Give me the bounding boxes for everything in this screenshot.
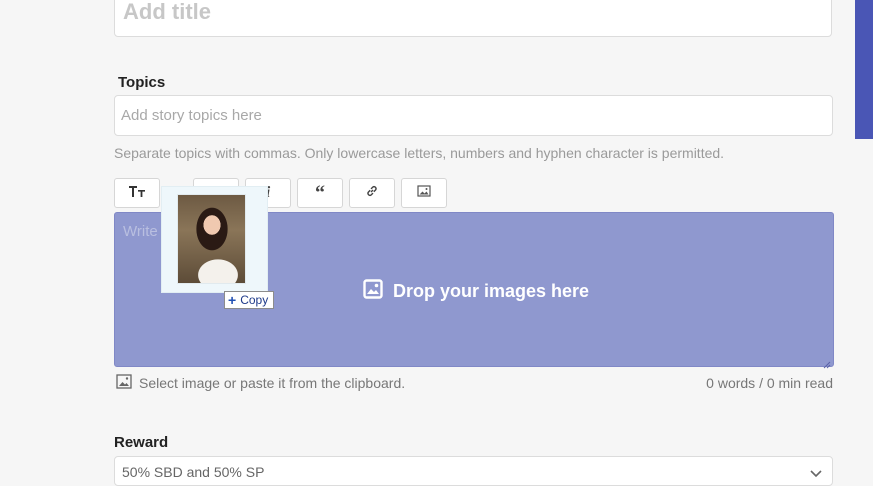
link-button[interactable] xyxy=(349,178,395,208)
side-accent-bar xyxy=(855,0,873,139)
quote-icon: “ xyxy=(315,182,325,204)
topics-label: Topics xyxy=(118,74,166,91)
image-drop-icon xyxy=(363,279,383,304)
topics-helper-text: Separate topics with commas. Only lowerc… xyxy=(114,145,725,161)
link-icon xyxy=(365,184,379,203)
reward-select-value: 50% SBD and 50% SP xyxy=(122,464,265,480)
plus-icon: + xyxy=(228,292,237,308)
chevron-down-icon xyxy=(810,465,822,481)
drop-message-text: Drop your images here xyxy=(393,281,590,301)
dragged-photo-thumbnail xyxy=(178,195,245,283)
topics-placeholder: Add story topics here xyxy=(121,107,262,124)
text-size-button[interactable] xyxy=(114,178,160,208)
select-image-text: Select image or paste it from the clipbo… xyxy=(139,375,406,391)
image-button[interactable] xyxy=(401,178,447,208)
drop-message: Drop your images here xyxy=(363,279,589,304)
word-count: 0 words / 0 min read xyxy=(706,375,833,391)
topics-input[interactable]: Add story topics here xyxy=(114,95,833,136)
reward-label: Reward xyxy=(114,434,169,451)
select-image-link[interactable]: Select image or paste it from the clipbo… xyxy=(116,374,405,392)
title-input[interactable]: Add title xyxy=(114,0,832,37)
image-icon xyxy=(116,374,132,392)
copy-label: Copy xyxy=(240,293,269,307)
resize-grip-icon[interactable] xyxy=(823,356,831,369)
text-size-icon xyxy=(128,184,146,203)
drag-ghost-image xyxy=(161,186,268,293)
title-placeholder: Add title xyxy=(123,0,211,24)
copy-cursor-badge: + Copy xyxy=(224,291,275,309)
reward-select[interactable]: 50% SBD and 50% SP xyxy=(114,456,833,486)
editor-placeholder: Write xyxy=(123,223,158,240)
quote-button[interactable]: “ xyxy=(297,178,343,208)
image-icon xyxy=(417,184,431,202)
